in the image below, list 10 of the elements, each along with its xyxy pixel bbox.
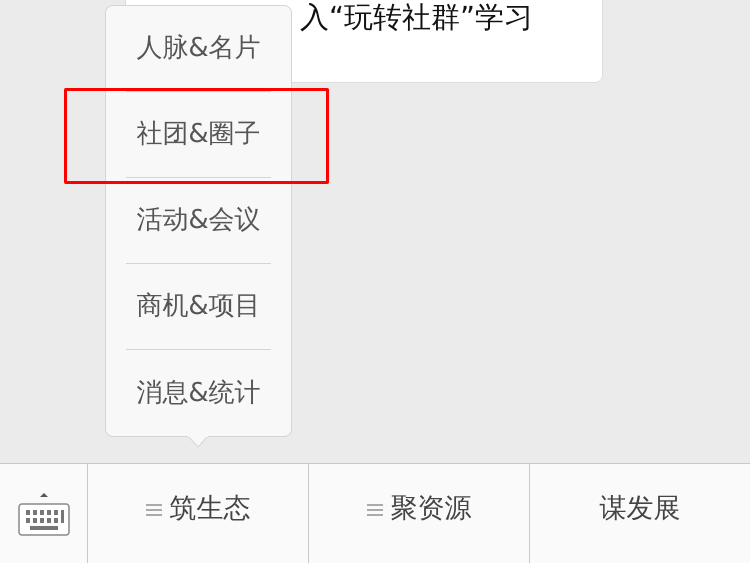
menu-tab[interactable]: 聚资源 bbox=[309, 464, 530, 563]
message-text: 入“玩转社群”学习 bbox=[300, 2, 534, 34]
keyboard-icon bbox=[18, 490, 70, 536]
menu-item[interactable]: 社团&圈子 bbox=[126, 92, 271, 178]
menu-tab[interactable]: 筑生态 bbox=[88, 464, 309, 563]
menu-tab[interactable]: 谋发展 bbox=[530, 464, 750, 563]
menu-item[interactable]: 活动&会议 bbox=[126, 178, 271, 264]
menu-item[interactable]: 商机&项目 bbox=[126, 264, 271, 350]
menu-item[interactable]: 人脉&名片 bbox=[126, 6, 271, 92]
menu-item[interactable]: 消息&统计 bbox=[126, 350, 271, 436]
